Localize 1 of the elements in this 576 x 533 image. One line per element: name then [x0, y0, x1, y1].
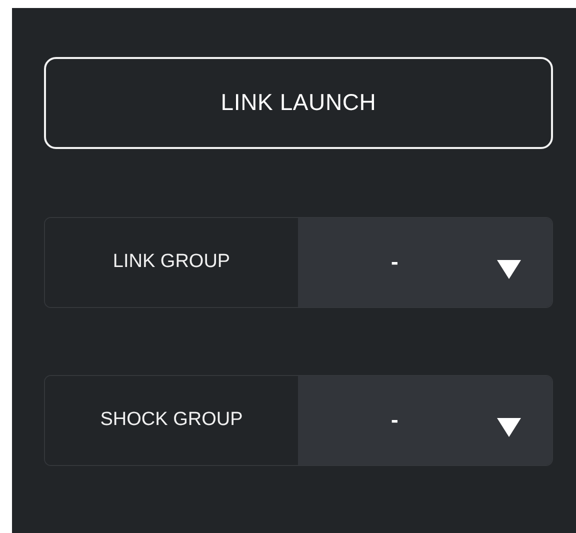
launch-button[interactable]: LINK LAUNCH	[44, 57, 553, 149]
